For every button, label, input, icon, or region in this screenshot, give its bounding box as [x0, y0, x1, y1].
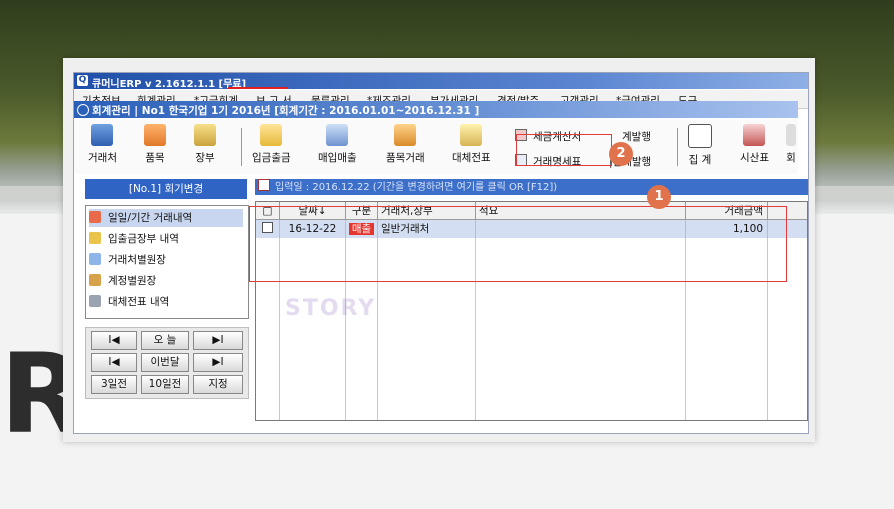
partner-label: 거래처: [88, 152, 117, 164]
annotation-badge-2: 2: [609, 142, 633, 166]
calendar-icon: [258, 179, 270, 191]
item-button[interactable]: 품목: [144, 124, 166, 165]
trial-balance-button[interactable]: 시산표: [740, 124, 769, 165]
nav-10days-button[interactable]: 10일전: [141, 375, 189, 394]
more-label: 회: [786, 152, 796, 164]
module-title-bar: 회계관리 | No1 한국기업 1기 2016년 [회계기간 : 2016.01…: [74, 101, 798, 118]
app-title: 큐머니ERP v 2.1612.1.1 [무료]: [92, 79, 247, 90]
item-trade-icon: [394, 124, 417, 146]
list-item-label: 입출금장부 내역: [108, 233, 179, 245]
list-item-daily[interactable]: 일일/기간 거래내역: [89, 209, 243, 227]
trial-balance-icon: [743, 124, 766, 146]
annotation-box-1: [249, 206, 787, 282]
purchase-sales-button[interactable]: 매입매출: [318, 124, 357, 165]
issue-label: 계발행: [622, 131, 651, 143]
nav-prev-month-button[interactable]: I◀: [91, 353, 137, 372]
list-item-label: 계정별원장: [108, 275, 157, 287]
more-icon: [786, 124, 796, 146]
watermark: STORY: [285, 296, 377, 321]
calendar-icon: [89, 211, 101, 223]
toolbar-separator: [677, 128, 678, 166]
module-title: 회계관리 | No1 한국기업 1기 2016년 [회계기간 : 2016.01…: [92, 105, 480, 117]
list-item-cashbook[interactable]: 입출금장부 내역: [89, 230, 243, 248]
cashbook-icon: [89, 232, 101, 244]
module-icon: [77, 104, 89, 116]
list-item-transfer[interactable]: 대체전표 내역: [89, 293, 243, 311]
nav-this-month-button[interactable]: 이번달: [141, 353, 189, 372]
partner-button[interactable]: 거래처: [88, 124, 117, 165]
ledger-button[interactable]: 장부: [194, 124, 216, 165]
aggregate-label: 집 계: [688, 154, 712, 166]
list-item-partner-ledger[interactable]: 거래처별원장: [89, 251, 243, 269]
aggregate-icon: [688, 124, 712, 148]
annotation-box-2: [516, 134, 612, 166]
fiscal-change-button[interactable]: [No.1] 회기변경: [85, 179, 247, 199]
screenshot-frame: Q 큐머니ERP v 2.1612.1.1 [무료] 기초정보 회계관리 *고급…: [63, 58, 815, 442]
transfer-slip-label: 대체전표: [452, 152, 491, 164]
nav-first-button[interactable]: I◀: [91, 331, 137, 350]
partner-icon: [91, 124, 114, 146]
item-icon: [144, 124, 166, 146]
list-item-label: 일일/기간 거래내역: [108, 212, 193, 224]
transfer-slip-icon: [460, 124, 483, 146]
list-item-label: 대체전표 내역: [108, 296, 170, 308]
nav-today-button[interactable]: 오 늘: [141, 331, 189, 350]
title-bar: Q 큐머니ERP v 2.1612.1.1 [무료]: [74, 73, 808, 90]
date-nav: I◀ 오 늘 ▶I I◀ 이번달 ▶I 3일전 10일전 지정: [85, 327, 249, 399]
date-info-bar[interactable]: 입력일 : 2016.12.22 (기간을 변경하려면 여기를 클릭 OR [F…: [255, 179, 808, 195]
report-list: 일일/기간 거래내역 입출금장부 내역 거래처별원장 계정별원장 대체전표 내역: [85, 205, 249, 319]
more-button[interactable]: 회: [786, 124, 796, 165]
transfer-icon: [89, 295, 101, 307]
item-trade-button[interactable]: 품목거래: [386, 124, 425, 165]
item-trade-label: 품목거래: [386, 152, 425, 164]
item-label: 품목: [145, 152, 165, 164]
aggregate-button[interactable]: 집 계: [688, 124, 712, 167]
nav-3days-button[interactable]: 3일전: [91, 375, 137, 394]
red-underline-annotation: [228, 87, 288, 89]
transfer-slip-button[interactable]: 대체전표: [452, 124, 491, 165]
trial-balance-label: 시산표: [740, 152, 769, 164]
nav-custom-button[interactable]: 지정: [193, 375, 243, 394]
purchase-sales-icon: [326, 124, 349, 146]
partner-ledger-icon: [89, 253, 101, 265]
scale-icon: [89, 274, 101, 286]
nav-last-button[interactable]: ▶I: [193, 331, 243, 350]
ledger-label: 장부: [195, 152, 215, 164]
nav-next-month-button[interactable]: ▶I: [193, 353, 243, 372]
toolbar: 거래처 품목 장부 입금출금 매입매출 품목거래 대체전표 세금계산서 계발행 …: [74, 120, 798, 174]
list-item-label: 거래처별원장: [108, 254, 166, 266]
ledger-icon: [194, 124, 216, 146]
toolbar-separator: [241, 128, 242, 166]
app-icon: Q: [77, 75, 88, 86]
list-item-account-ledger[interactable]: 계정별원장: [89, 272, 243, 290]
annotation-badge-1: 1: [647, 185, 671, 209]
purchase-sales-label: 매입매출: [318, 152, 357, 164]
deposit-withdraw-button[interactable]: 입금출금: [252, 124, 291, 165]
issue-label-button[interactable]: 계발행: [622, 129, 651, 144]
left-panel: [No.1] 회기변경 일일/기간 거래내역 입출금장부 내역 거래처별원장 계…: [85, 179, 249, 419]
deposit-icon: [260, 124, 283, 146]
deposit-label: 입금출금: [252, 152, 291, 164]
date-info-text: 입력일 : 2016.12.22 (기간을 변경하려면 여기를 클릭 OR [F…: [275, 182, 558, 193]
